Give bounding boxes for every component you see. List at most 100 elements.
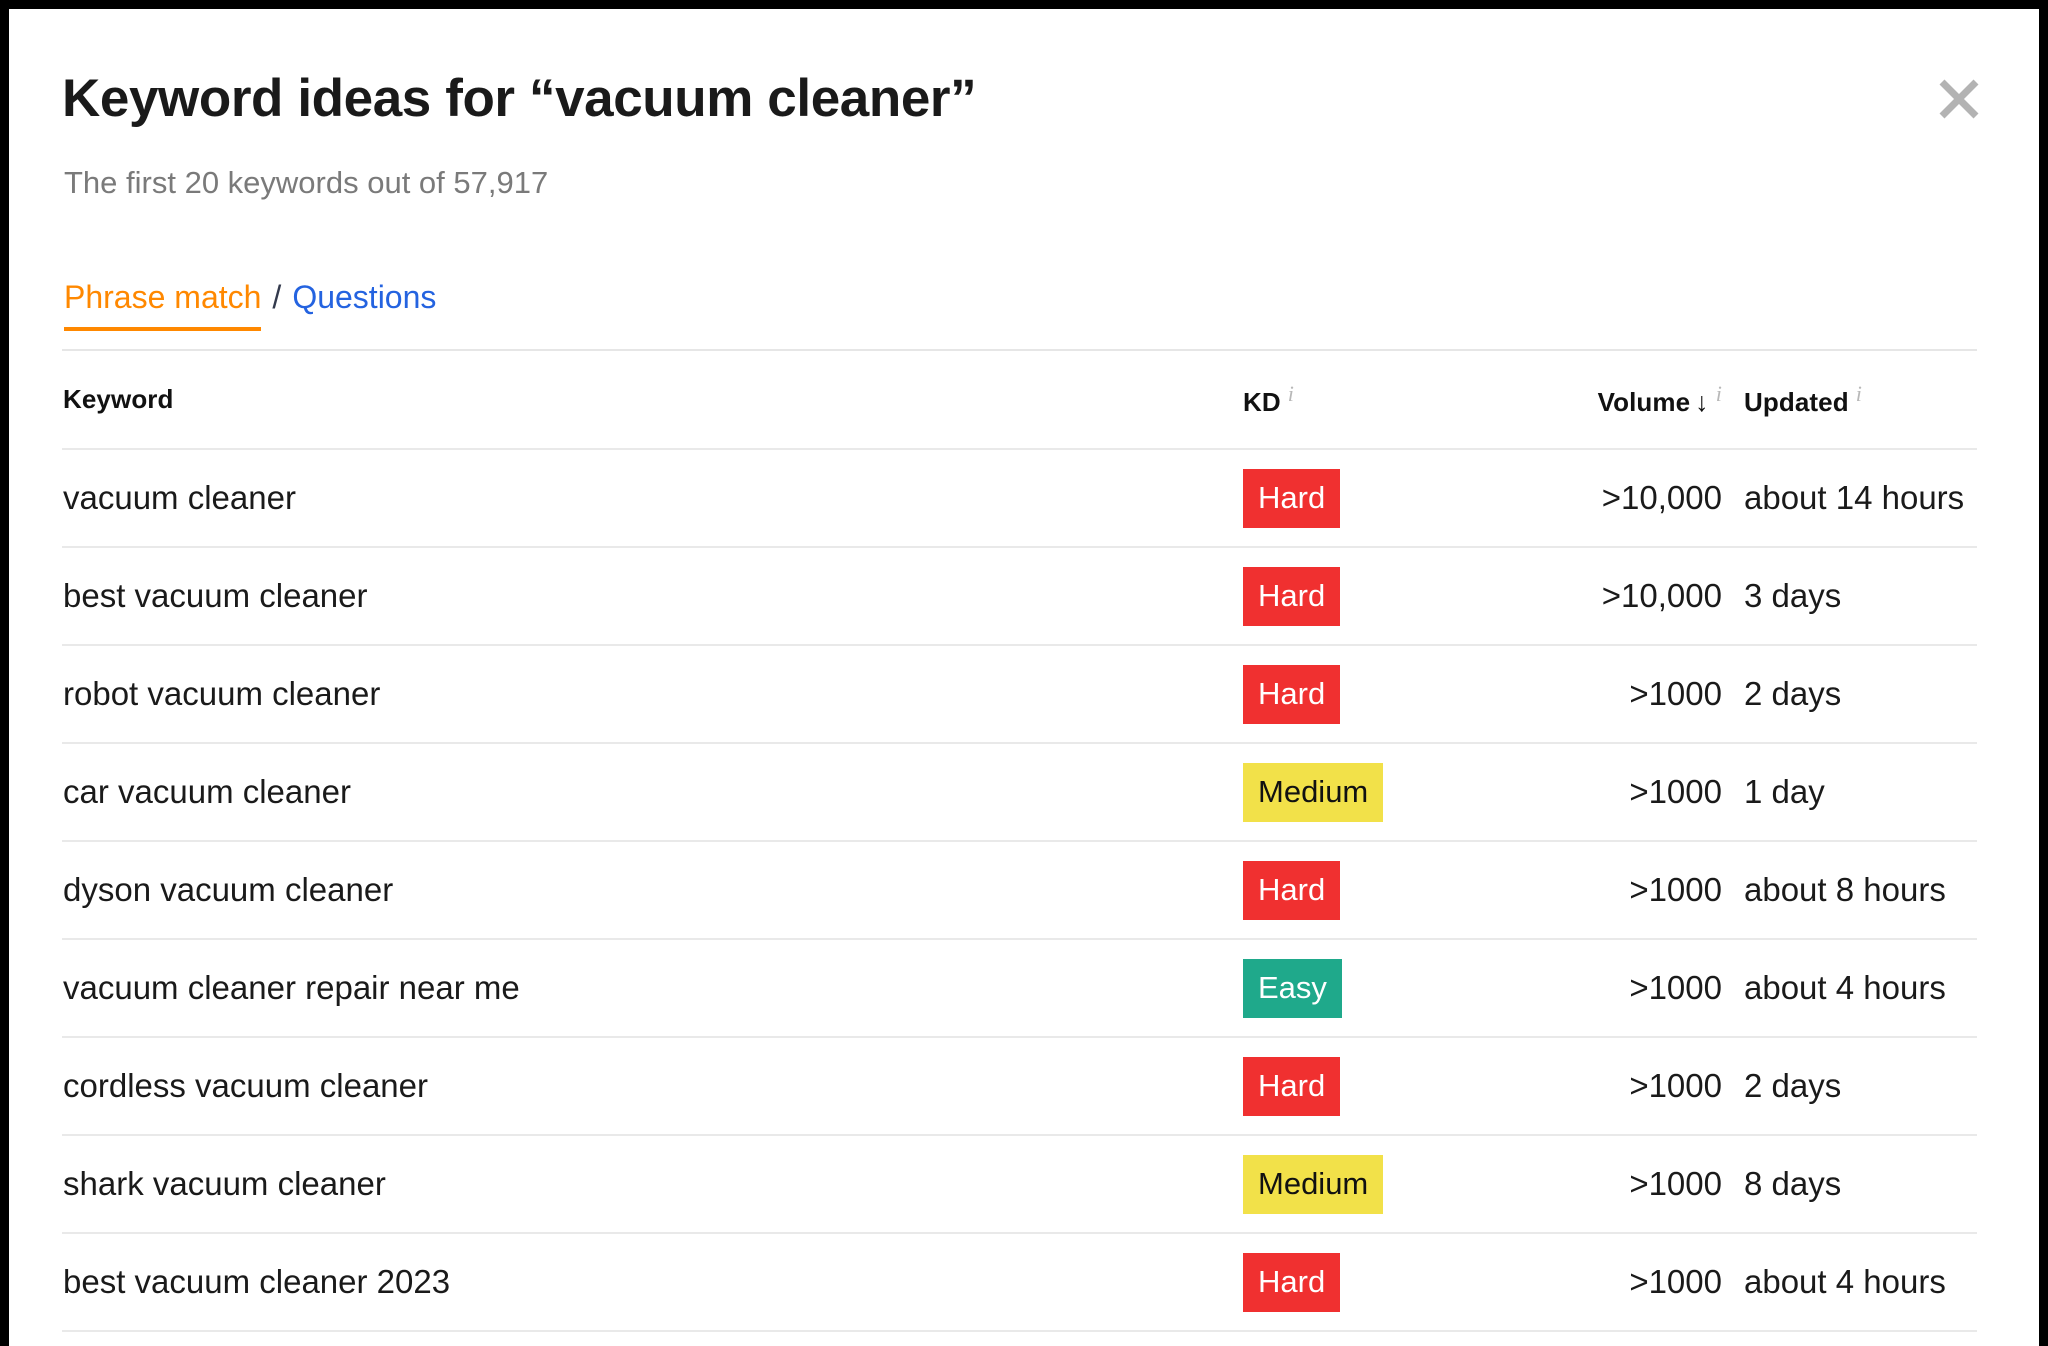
cell-volume: >1000	[1464, 773, 1722, 811]
keyword-link[interactable]: dyson vacuum cleaner	[63, 871, 393, 908]
column-header-kd: KD i	[1234, 381, 1464, 418]
updated-info-icon[interactable]: i	[1856, 381, 1862, 406]
cell-kd: Hard	[1234, 664, 1464, 724]
kd-badge[interactable]: Medium	[1243, 762, 1384, 822]
tab-questions[interactable]: Questions	[292, 281, 436, 327]
kd-badge[interactable]: Hard	[1243, 1056, 1341, 1116]
close-button[interactable]	[1931, 71, 1987, 127]
table-row[interactable]: best vacuum cleaner 2023 Hard >1000 about 4…	[62, 1234, 1977, 1332]
screenshot-frame: Keyword ideas for “vacuum cleaner” The f…	[0, 0, 2048, 1346]
table-row[interactable]: dyson vacuum cleaner Hard >1000 about 8 hou…	[62, 842, 1977, 940]
kd-badge[interactable]: Hard	[1243, 566, 1341, 626]
cell-volume: >1000	[1464, 871, 1722, 909]
cell-kd: Hard	[1234, 860, 1464, 920]
keyword-ideas-table: Keyword KD i Volume ↓ i Updated i vacuum cle…	[62, 349, 1977, 1332]
updated-value: 2 days	[1744, 1067, 1842, 1104]
volume-value: >10,000	[1601, 479, 1722, 516]
updated-value: about 14 hours	[1744, 479, 1965, 516]
updated-value: 1 day	[1744, 773, 1825, 810]
dialog-subtitle: The first 20 keywords out of 57,917	[64, 165, 549, 200]
updated-value: about 4 hours	[1744, 969, 1946, 1006]
cell-keyword: vacuum cleaner repair near me	[62, 969, 1234, 1007]
cell-kd: Hard	[1234, 1252, 1464, 1312]
cell-kd: Hard	[1234, 1056, 1464, 1116]
table-body: vacuum cleaner Hard >10,000 about 14 hours b…	[62, 450, 1977, 1332]
keyword-link[interactable]: best vacuum cleaner	[63, 577, 368, 614]
cell-keyword: robot vacuum cleaner	[62, 675, 1234, 713]
updated-value: 3 days	[1744, 577, 1842, 614]
table-row[interactable]: shark vacuum cleaner Medium >1000 8 days	[62, 1136, 1977, 1234]
keyword-link[interactable]: vacuum cleaner	[63, 479, 296, 516]
cell-kd: Medium	[1234, 762, 1464, 822]
cell-keyword: car vacuum cleaner	[62, 773, 1234, 811]
cell-keyword: vacuum cleaner	[62, 479, 1234, 517]
cell-volume: >10,000	[1464, 577, 1722, 615]
updated-value: 8 days	[1744, 1165, 1842, 1202]
kd-badge[interactable]: Hard	[1243, 860, 1341, 920]
volume-value: >1000	[1629, 773, 1722, 810]
close-icon	[1936, 76, 1982, 122]
table-row[interactable]: cordless vacuum cleaner Hard >1000 2 days	[62, 1038, 1977, 1136]
cell-volume: >10,000	[1464, 479, 1722, 517]
cell-keyword: best vacuum cleaner 2023	[62, 1263, 1234, 1301]
column-header-volume[interactable]: Volume ↓ i	[1464, 381, 1722, 418]
sort-descending-icon[interactable]: ↓	[1695, 387, 1709, 417]
cell-updated: about 4 hours	[1722, 969, 1977, 1007]
cell-volume: >1000	[1464, 1165, 1722, 1203]
cell-volume: >1000	[1464, 1067, 1722, 1105]
volume-value: >1000	[1629, 969, 1722, 1006]
cell-keyword: best vacuum cleaner	[62, 577, 1234, 615]
keyword-link[interactable]: cordless vacuum cleaner	[63, 1067, 428, 1104]
volume-value: >1000	[1629, 675, 1722, 712]
cell-updated: 8 days	[1722, 1165, 1977, 1203]
column-header-keyword: Keyword	[62, 384, 1234, 415]
cell-updated: about 4 hours	[1722, 1263, 1977, 1301]
kd-badge[interactable]: Easy	[1243, 958, 1342, 1018]
volume-value: >1000	[1629, 1067, 1722, 1104]
column-header-updated: Updated i	[1722, 381, 1977, 418]
cell-updated: 2 days	[1722, 675, 1977, 713]
table-row[interactable]: car vacuum cleaner Medium >1000 1 day	[62, 744, 1977, 842]
volume-value: >1000	[1629, 871, 1722, 908]
kd-badge[interactable]: Hard	[1243, 468, 1341, 528]
kd-badge[interactable]: Hard	[1243, 664, 1341, 724]
table-row[interactable]: vacuum cleaner Hard >10,000 about 14 hours	[62, 450, 1977, 548]
cell-updated: about 8 hours	[1722, 871, 1977, 909]
tab-phrase-match[interactable]: Phrase match	[64, 281, 262, 331]
table-row[interactable]: vacuum cleaner repair near me Easy >1000 ab…	[62, 940, 1977, 1038]
keyword-ideas-dialog: Keyword ideas for “vacuum cleaner” The f…	[9, 9, 2039, 1346]
updated-value: about 4 hours	[1744, 1263, 1946, 1300]
column-header-keyword-label: Keyword	[63, 384, 174, 414]
keyword-link[interactable]: best vacuum cleaner 2023	[63, 1263, 450, 1300]
dialog-title: Keyword ideas for “vacuum cleaner”	[62, 69, 977, 128]
cell-kd: Easy	[1234, 958, 1464, 1018]
kd-badge[interactable]: Hard	[1243, 1252, 1341, 1312]
column-header-kd-label: KD	[1243, 386, 1281, 417]
cell-keyword: dyson vacuum cleaner	[62, 871, 1234, 909]
cell-kd: Hard	[1234, 566, 1464, 626]
column-header-updated-label: Updated	[1744, 386, 1849, 417]
volume-value: >1000	[1629, 1165, 1722, 1202]
cell-volume: >1000	[1464, 675, 1722, 713]
keyword-link[interactable]: vacuum cleaner repair near me	[63, 969, 520, 1006]
cell-volume: >1000	[1464, 1263, 1722, 1301]
cell-updated: about 14 hours	[1722, 479, 1977, 517]
keyword-link[interactable]: robot vacuum cleaner	[63, 675, 380, 712]
kd-info-icon[interactable]: i	[1288, 381, 1294, 406]
keyword-link[interactable]: car vacuum cleaner	[63, 773, 351, 810]
keyword-link[interactable]: shark vacuum cleaner	[63, 1165, 386, 1202]
cell-keyword: cordless vacuum cleaner	[62, 1067, 1234, 1105]
volume-value: >1000	[1629, 1263, 1722, 1300]
cell-updated: 1 day	[1722, 773, 1977, 811]
cell-updated: 2 days	[1722, 1067, 1977, 1105]
kd-badge[interactable]: Medium	[1243, 1154, 1384, 1214]
table-row[interactable]: robot vacuum cleaner Hard >1000 2 days	[62, 646, 1977, 744]
cell-updated: 3 days	[1722, 577, 1977, 615]
cell-keyword: shark vacuum cleaner	[62, 1165, 1234, 1203]
cell-kd: Hard	[1234, 468, 1464, 528]
volume-value: >10,000	[1601, 577, 1722, 614]
table-row[interactable]: best vacuum cleaner Hard >10,000 3 days	[62, 548, 1977, 646]
cell-volume: >1000	[1464, 969, 1722, 1007]
cell-kd: Medium	[1234, 1154, 1464, 1214]
match-type-tabs: Phrase match / Questions	[64, 281, 436, 331]
